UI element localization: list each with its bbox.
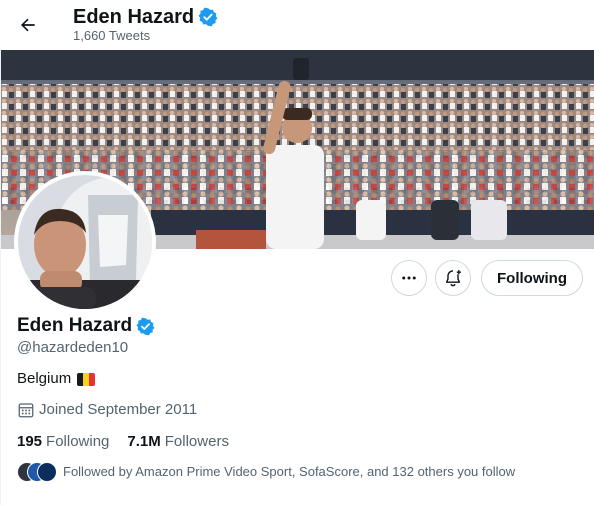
join-date-text: Joined September 2011 bbox=[39, 401, 198, 418]
profile-header: Eden Hazard 1,660 Tweets bbox=[0, 0, 594, 50]
notifications-button[interactable] bbox=[435, 260, 471, 296]
followers-label: Followers bbox=[164, 433, 229, 450]
follower-avatar bbox=[37, 462, 57, 482]
avatar-image bbox=[18, 175, 152, 309]
verified-badge-icon bbox=[198, 7, 218, 27]
notification-bell-icon bbox=[445, 270, 461, 287]
profile-name: Eden Hazard bbox=[17, 315, 133, 336]
followed-by-text: Followed by Amazon Prime Video Sport, So… bbox=[63, 464, 516, 479]
followers-link[interactable]: 7.1M Followers bbox=[127, 432, 229, 452]
following-link[interactable]: 195 Following bbox=[17, 432, 109, 452]
following-button[interactable]: Following bbox=[481, 260, 583, 296]
calendar-icon bbox=[18, 403, 34, 418]
profile-location: Belgium bbox=[17, 369, 96, 389]
header-title: Eden Hazard bbox=[73, 5, 218, 29]
back-button[interactable] bbox=[11, 8, 45, 42]
avatar-photo bbox=[18, 175, 152, 309]
join-date: Joined September 2011 bbox=[17, 400, 197, 420]
follow-stats: 195 Following 7.1M Followers bbox=[17, 432, 247, 452]
back-arrow-icon bbox=[21, 18, 35, 32]
followers-count: 7.1M bbox=[127, 433, 161, 450]
following-count: 195 bbox=[17, 433, 43, 450]
tweet-count: 1,660 Tweets bbox=[73, 28, 151, 43]
verified-badge-icon bbox=[136, 317, 155, 335]
header-name: Eden Hazard bbox=[73, 6, 195, 28]
more-icon bbox=[402, 276, 416, 280]
profile-avatar[interactable] bbox=[14, 171, 156, 313]
more-button[interactable] bbox=[391, 260, 427, 296]
profile-name-row: Eden Hazard bbox=[17, 314, 155, 338]
following-label: Following bbox=[46, 433, 110, 450]
profile-handle: @hazardeden10 bbox=[17, 339, 129, 356]
belgium-flag-icon bbox=[77, 372, 96, 386]
location-text: Belgium bbox=[17, 370, 72, 387]
follower-avatars bbox=[17, 462, 57, 482]
followed-by-link[interactable]: Followed by Amazon Prime Video Sport, So… bbox=[17, 462, 515, 482]
